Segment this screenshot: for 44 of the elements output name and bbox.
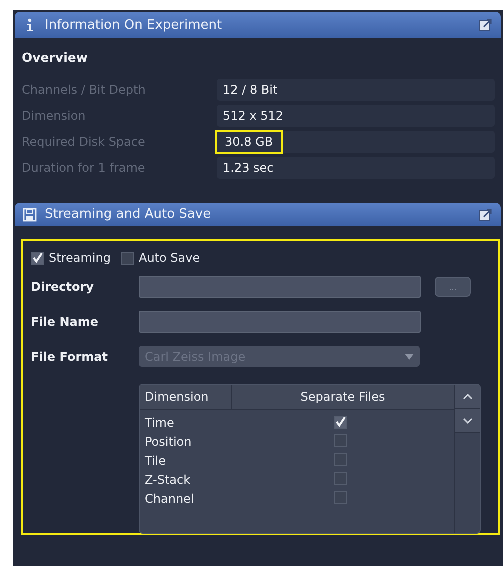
- directory-field[interactable]: [139, 276, 421, 298]
- column-header[interactable]: Dimension: [140, 385, 232, 409]
- checkbox[interactable]: [334, 491, 347, 504]
- table-cell-text: Channel: [144, 492, 196, 506]
- checkbox-label: Auto Save: [138, 251, 200, 265]
- panel-header[interactable]: Streaming and Auto Save: [15, 203, 501, 226]
- checkbox-label: Streaming: [49, 251, 111, 265]
- table-cell-text: Z-Stack: [144, 472, 192, 486]
- check-icon: [335, 416, 346, 428]
- section-heading: Overview: [22, 50, 89, 65]
- undock-icon[interactable]: [479, 18, 493, 32]
- check-icon: [32, 252, 43, 264]
- scroll-up-button[interactable]: [455, 385, 480, 409]
- info-value: 1.23 sec: [222, 160, 275, 177]
- field-label: File Format: [31, 350, 109, 364]
- info-label: Channels / Bit Depth: [22, 83, 147, 97]
- checkbox[interactable]: [334, 472, 347, 485]
- checkbox[interactable]: [31, 252, 44, 264]
- info-value: 512 x 512: [222, 108, 285, 125]
- table-cell-text: Tile: [144, 454, 168, 468]
- dropdown-arrow-icon: [405, 354, 414, 360]
- browse-button[interactable]: ...: [435, 276, 471, 296]
- checkbox[interactable]: [334, 416, 347, 428]
- checkbox[interactable]: [334, 453, 347, 466]
- info-label: Required Disk Space: [22, 135, 146, 149]
- chevron-down-icon: [462, 418, 472, 424]
- chevron-up-icon: [462, 394, 472, 400]
- undock-icon[interactable]: [479, 208, 493, 222]
- info-label: Duration for 1 frame: [22, 161, 146, 175]
- panel-title: Information On Experiment: [45, 18, 224, 32]
- table-cell-text: Position: [144, 434, 193, 448]
- field-label: Directory: [31, 280, 95, 294]
- panel-title: Streaming and Auto Save: [45, 207, 212, 222]
- info-label: Dimension: [22, 109, 87, 123]
- checkbox[interactable]: [120, 252, 134, 264]
- scroll-down-button[interactable]: [455, 409, 480, 433]
- table-cell-text: Time: [144, 416, 176, 430]
- file-name-field[interactable]: [139, 310, 421, 332]
- field-label: File Name: [31, 314, 100, 328]
- info-value: 12 / 8 Bit: [222, 82, 279, 99]
- checkbox[interactable]: [334, 434, 347, 447]
- panel-header[interactable]: Information On Experiment: [15, 12, 501, 38]
- column-header[interactable]: Separate Files: [232, 385, 454, 409]
- info-value: 30.8 GB: [217, 132, 282, 152]
